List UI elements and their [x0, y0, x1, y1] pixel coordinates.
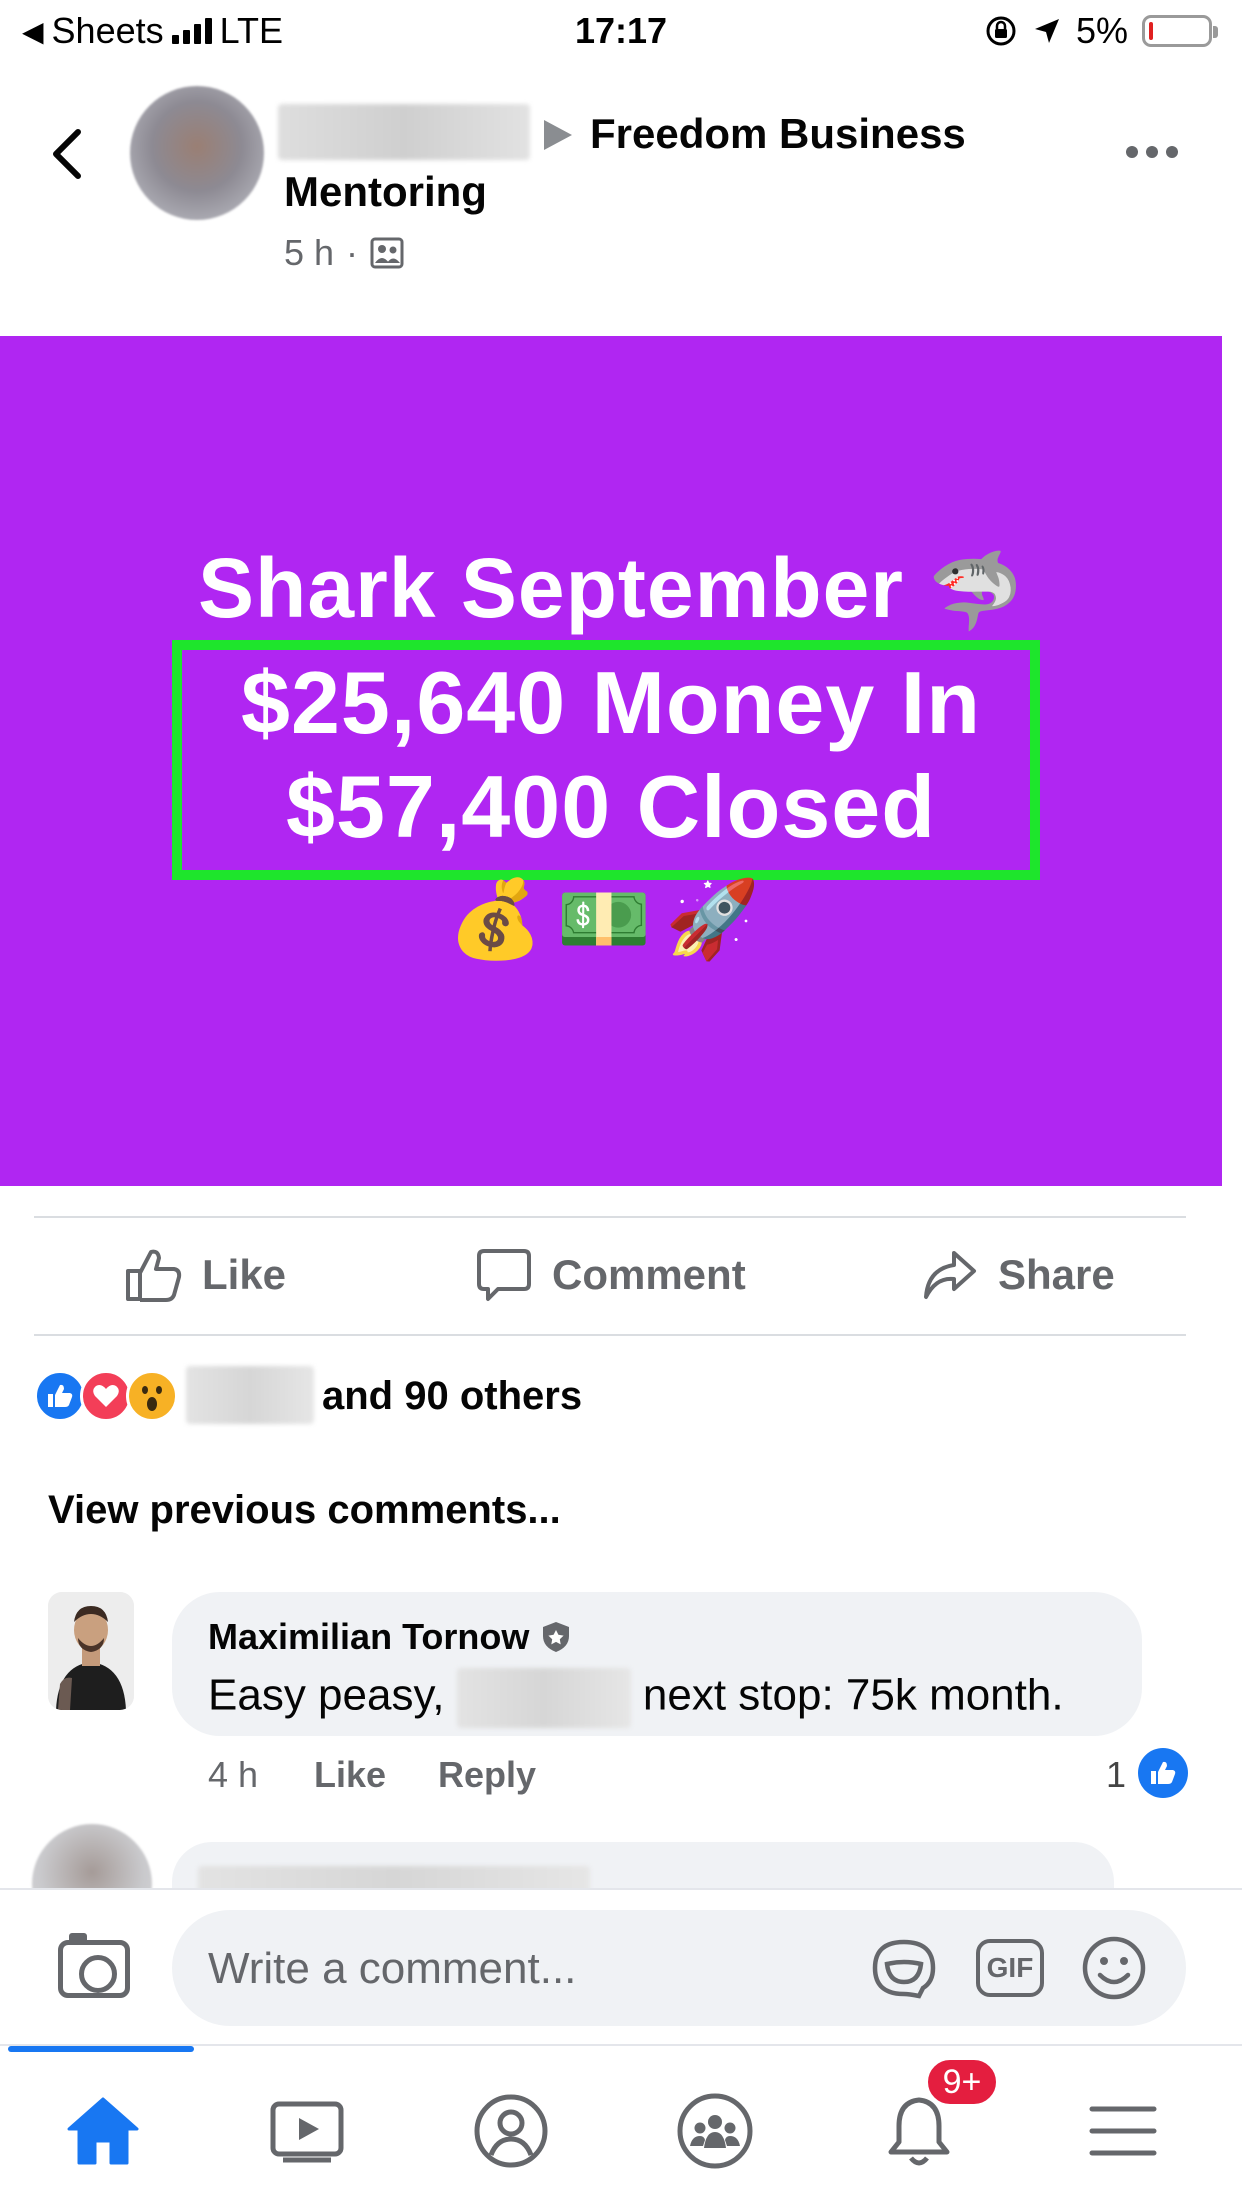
reaction-others-text[interactable]: and 90 others [322, 1374, 582, 1419]
group-name-line2[interactable]: Mentoring [284, 168, 487, 216]
closed-text: $57,400 Closed [286, 757, 936, 856]
comment-label: Comment [552, 1251, 746, 1298]
gif-label: GIF [976, 1939, 1044, 1997]
reactor-name-redacted[interactable] [186, 1366, 314, 1424]
share-label: Share [998, 1251, 1115, 1298]
more-options-icon[interactable] [1126, 146, 1178, 158]
post-time[interactable]: 5 h [284, 232, 334, 274]
thumbs-up-icon [126, 1249, 182, 1302]
comment-author-row: Maximilian Tornow [208, 1616, 571, 1658]
moderator-shield-icon [543, 1622, 570, 1652]
comment-text: Easy peasy, next stop: 75k month. [208, 1668, 1064, 1728]
profile-tab-icon[interactable] [466, 2086, 556, 2176]
location-icon [1034, 19, 1059, 43]
group-audience-icon [370, 237, 404, 269]
orientation-lock-icon [986, 16, 1016, 46]
watch-tab-icon[interactable] [262, 2086, 352, 2176]
view-previous-comments-link[interactable]: View previous comments... [48, 1488, 561, 1533]
menu-tab-icon[interactable] [1078, 2086, 1168, 2176]
status-bar: ◀ Sheets LTE 17:17 5% [0, 0, 1242, 62]
shark-emoji: 🦈 [928, 549, 1024, 634]
emoji-smile-icon[interactable] [1078, 1936, 1150, 2000]
divider-bottom [34, 1334, 1186, 1336]
camera-icon[interactable] [58, 1933, 130, 1998]
sticker-icon[interactable] [868, 1936, 940, 2000]
share-arrow-icon [924, 1251, 976, 1299]
comment-composer: Write a comment... GIF [0, 1888, 1242, 2044]
back-chevron-icon[interactable] [48, 128, 88, 180]
post-meta: 5 h · [284, 232, 404, 274]
like-button[interactable]: Like [124, 1240, 286, 1310]
comment-bubble-icon [477, 1249, 531, 1301]
gif-button[interactable]: GIF [974, 1936, 1046, 2000]
active-tab-indicator [8, 2046, 194, 2052]
poster-avatar[interactable] [130, 86, 264, 220]
like-label: Like [202, 1251, 287, 1298]
groups-tab-icon[interactable] [670, 2086, 760, 2176]
wow-reaction-icon [126, 1370, 178, 1422]
comment-input[interactable]: Write a comment... GIF [172, 1910, 1186, 2026]
comment-like-count[interactable]: 1 [1106, 1754, 1126, 1796]
money-in-text: $25,640 Money In [241, 653, 981, 752]
post-image[interactable]: Shark September 🦈 $25,640 Money In $57,4… [0, 336, 1222, 1186]
divider-top [34, 1216, 1186, 1218]
comment-like-badge-icon [1138, 1748, 1188, 1798]
commenter-avatar[interactable] [48, 1592, 134, 1710]
battery-percent: 5% [1075, 10, 1128, 51]
comment-author[interactable]: Maximilian Tornow [208, 1616, 529, 1658]
reactions-summary[interactable] [34, 1370, 178, 1422]
love-reaction-icon [80, 1370, 132, 1422]
comment-bubble[interactable]: Maximilian Tornow Easy peasy, next stop:… [172, 1592, 1142, 1736]
comment-time: 4 h [208, 1754, 259, 1795]
battery-icon [1142, 15, 1218, 47]
mentioned-name-redacted[interactable] [456, 1668, 631, 1728]
home-tab-icon[interactable] [58, 2086, 148, 2176]
like-reaction-icon [34, 1370, 86, 1422]
shared-to-arrow-icon [544, 120, 572, 150]
notification-badge: 9+ [924, 2056, 1000, 2108]
comment-input-placeholder[interactable]: Write a comment... [208, 1944, 576, 1994]
poster-name-redacted[interactable] [278, 104, 530, 160]
share-button[interactable]: Share [922, 1240, 1115, 1310]
status-right: 5% [984, 10, 1218, 52]
emoji-row: 💰💵🚀 [448, 877, 774, 962]
group-name-line1[interactable]: Freedom Business [590, 110, 966, 158]
comment-reply-link[interactable]: Reply [438, 1754, 536, 1796]
comment-like-link[interactable]: Like [314, 1754, 386, 1796]
comment-button[interactable]: Comment [476, 1240, 746, 1310]
bottom-nav [0, 2044, 1242, 2208]
meta-separator: · [346, 232, 359, 273]
post-image-title: Shark September 🦈 [198, 541, 1024, 635]
